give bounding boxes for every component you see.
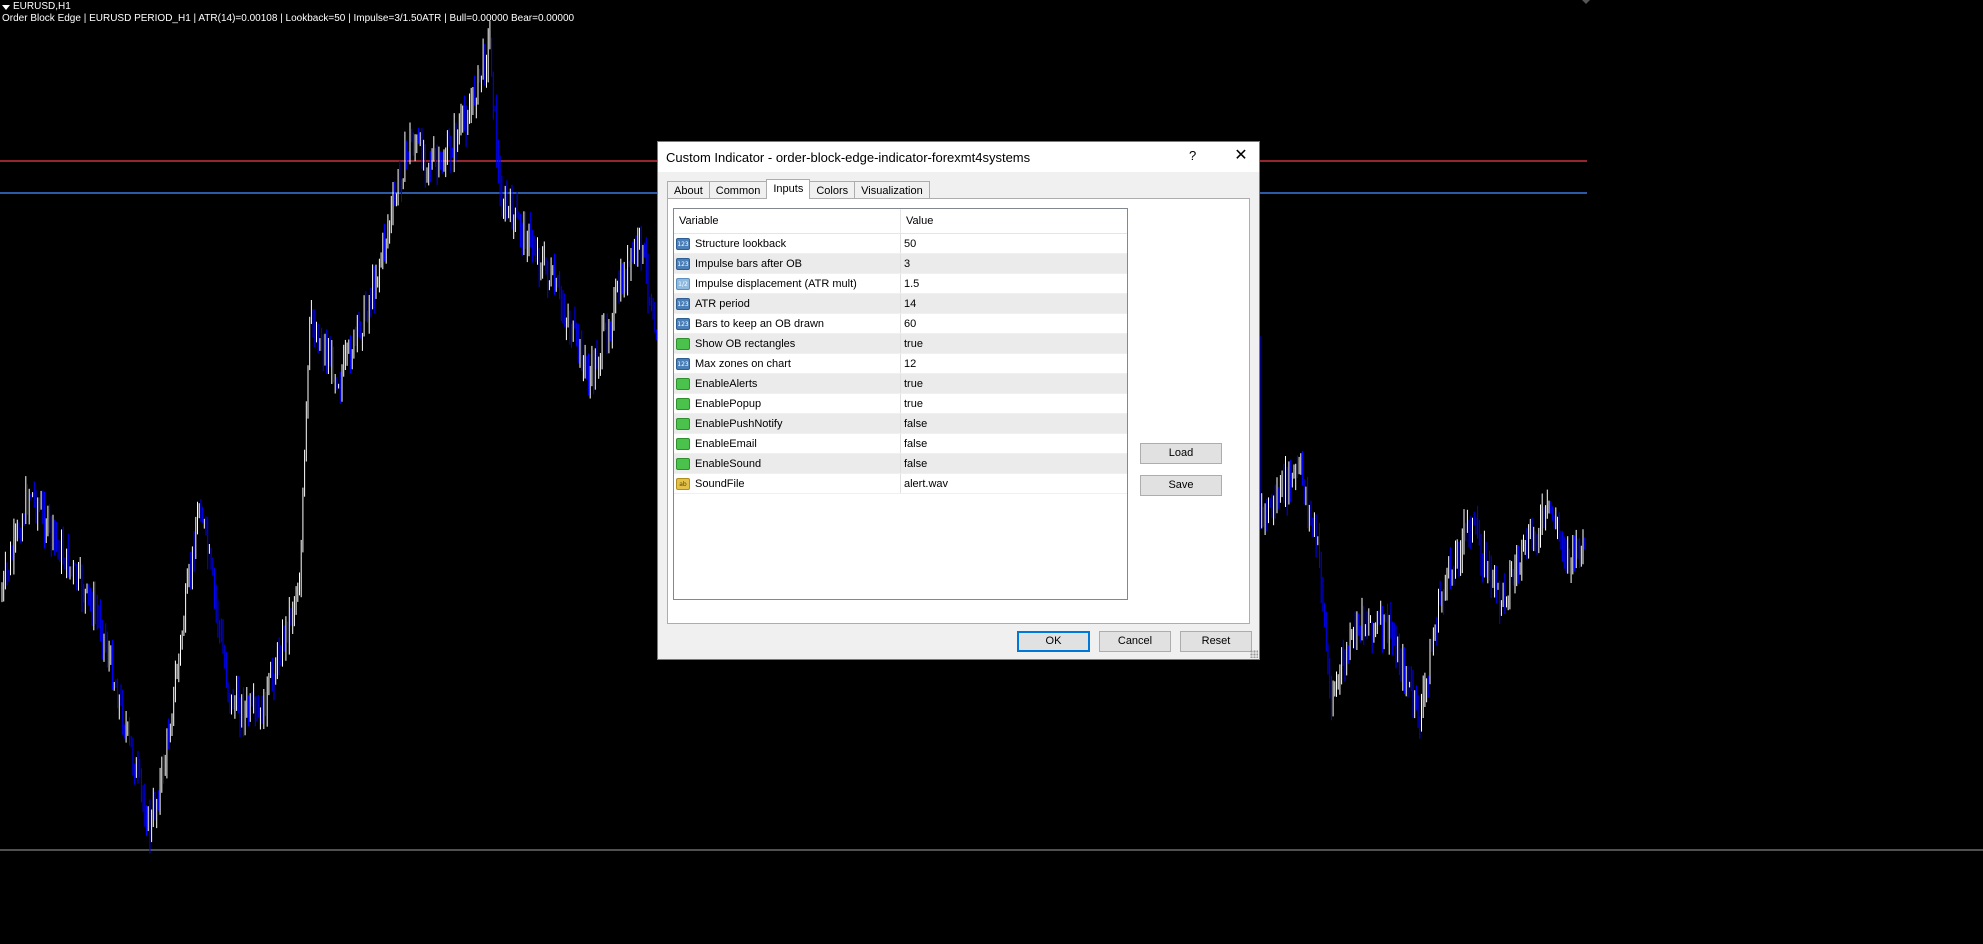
ok-button[interactable]: OK [1017,631,1090,652]
help-button[interactable]: ? [1189,148,1196,163]
load-button[interactable]: Load [1140,443,1222,464]
input-row[interactable]: 123 Max zones on chart 12 [674,354,1127,374]
variable-name: EnableAlerts [695,377,758,390]
value-cell[interactable]: 12 [901,354,1127,373]
input-row[interactable]: EnableAlerts true [674,374,1127,394]
variable-name: ATR period [695,297,750,310]
reset-button[interactable]: Reset [1180,631,1252,652]
variable-name: EnableSound [695,457,762,470]
dropdown-triangle-icon[interactable] [2,4,10,10]
value-cell[interactable]: false [901,434,1127,453]
indicator-info: Order Block Edge | EURUSD PERIOD_H1 | AT… [2,13,575,24]
variable-name: Impulse displacement (ATR mult) [695,277,857,290]
value-cell[interactable]: 50 [901,234,1127,253]
variable-name: EnableEmail [695,437,757,450]
variable-name: Bars to keep an OB drawn [695,317,825,330]
variable-cell: EnableSound [674,454,901,473]
variable-cell: EnablePushNotify [674,414,901,433]
save-button[interactable]: Save [1140,475,1222,496]
inputs-grid: Variable Value 123 Structure lookback 50 12… [673,208,1128,600]
input-row[interactable]: 123 ATR period 14 [674,294,1127,314]
int-icon: 123 [676,257,690,270]
column-header-variable[interactable]: Variable [674,209,901,233]
input-row[interactable]: EnablePopup true [674,394,1127,414]
variable-cell: EnableEmail [674,434,901,453]
bool-icon [676,457,690,470]
variable-cell: EnablePopup [674,394,901,413]
variable-cell: 123 Structure lookback [674,234,901,253]
int-icon: 123 [676,297,690,310]
grid-rows: 123 Structure lookback 50 123 Impulse bars a… [674,234,1127,494]
int-icon: 123 [676,317,690,330]
bool-icon [676,337,690,350]
dialog-title: Custom Indicator - order-block-edge-indi… [666,150,1031,165]
variable-cell: 123 Impulse bars after OB [674,254,901,273]
tab-about[interactable]: About [667,181,710,199]
variable-name: EnablePopup [695,397,762,410]
string-icon: ab [676,477,690,490]
double-icon: 1/2 [676,277,690,290]
value-cell[interactable]: false [901,454,1127,473]
variable-cell: 123 Bars to keep an OB drawn [674,314,901,333]
close-icon[interactable]: ✕ [1229,145,1253,167]
tab-bar: About Common Inputs Colors Visualization [667,179,930,199]
value-cell[interactable]: true [901,394,1127,413]
variable-name: Show OB rectangles [695,337,796,350]
variable-cell: 123 Max zones on chart [674,354,901,373]
input-row[interactable]: 123 Impulse bars after OB 3 [674,254,1127,274]
value-cell[interactable]: 14 [901,294,1127,313]
value-cell[interactable]: alert.wav [901,474,1127,493]
custom-indicator-dialog: Custom Indicator - order-block-edge-indi… [657,141,1260,660]
resize-grip-icon[interactable] [1250,650,1258,658]
input-row[interactable]: 1/2 Impulse displacement (ATR mult) 1.5 [674,274,1127,294]
bool-icon [676,417,690,430]
input-row[interactable]: EnablePushNotify false [674,414,1127,434]
variable-name: Impulse bars after OB [695,257,802,270]
int-icon: 123 [676,237,690,250]
grid-header: Variable Value [674,209,1127,234]
input-row[interactable]: EnableEmail false [674,434,1127,454]
tab-common[interactable]: Common [708,181,768,199]
value-cell[interactable]: 60 [901,314,1127,333]
input-row[interactable]: 123 Bars to keep an OB drawn 60 [674,314,1127,334]
value-cell[interactable]: false [901,414,1127,433]
variable-name: Max zones on chart [695,357,791,370]
input-row[interactable]: Show OB rectangles true [674,334,1127,354]
input-row[interactable]: ab SoundFile alert.wav [674,474,1127,494]
value-cell[interactable]: 1.5 [901,274,1127,293]
input-row[interactable]: 123 Structure lookback 50 [674,234,1127,254]
variable-name: EnablePushNotify [695,417,783,430]
column-header-value[interactable]: Value [901,209,1127,233]
variable-cell: 1/2 Impulse displacement (ATR mult) [674,274,901,293]
variable-cell: Show OB rectangles [674,334,901,353]
bool-icon [676,397,690,410]
variable-name: Structure lookback [695,237,787,250]
dialog-titlebar[interactable]: Custom Indicator - order-block-edge-indi… [658,142,1259,172]
value-cell[interactable]: true [901,334,1127,353]
value-cell[interactable]: true [901,374,1127,393]
cancel-button[interactable]: Cancel [1099,631,1171,652]
int-icon: 123 [676,357,690,370]
variable-cell: EnableAlerts [674,374,901,393]
variable-cell: ab SoundFile [674,474,901,493]
tab-visualization[interactable]: Visualization [854,181,930,199]
bool-icon [676,437,690,450]
variable-name: SoundFile [695,477,745,490]
value-cell[interactable]: 3 [901,254,1127,273]
bool-icon [676,377,690,390]
tab-inputs[interactable]: Inputs [766,179,811,199]
input-row[interactable]: EnableSound false [674,454,1127,474]
chart-header: EURUSD,H1 Order Block Edge | EURUSD PERI… [2,1,574,25]
tab-colors[interactable]: Colors [809,181,856,199]
symbol-text: EURUSD,H1 [13,1,71,12]
symbol-label[interactable]: EURUSD,H1 [2,1,574,13]
variable-cell: 123 ATR period [674,294,901,313]
